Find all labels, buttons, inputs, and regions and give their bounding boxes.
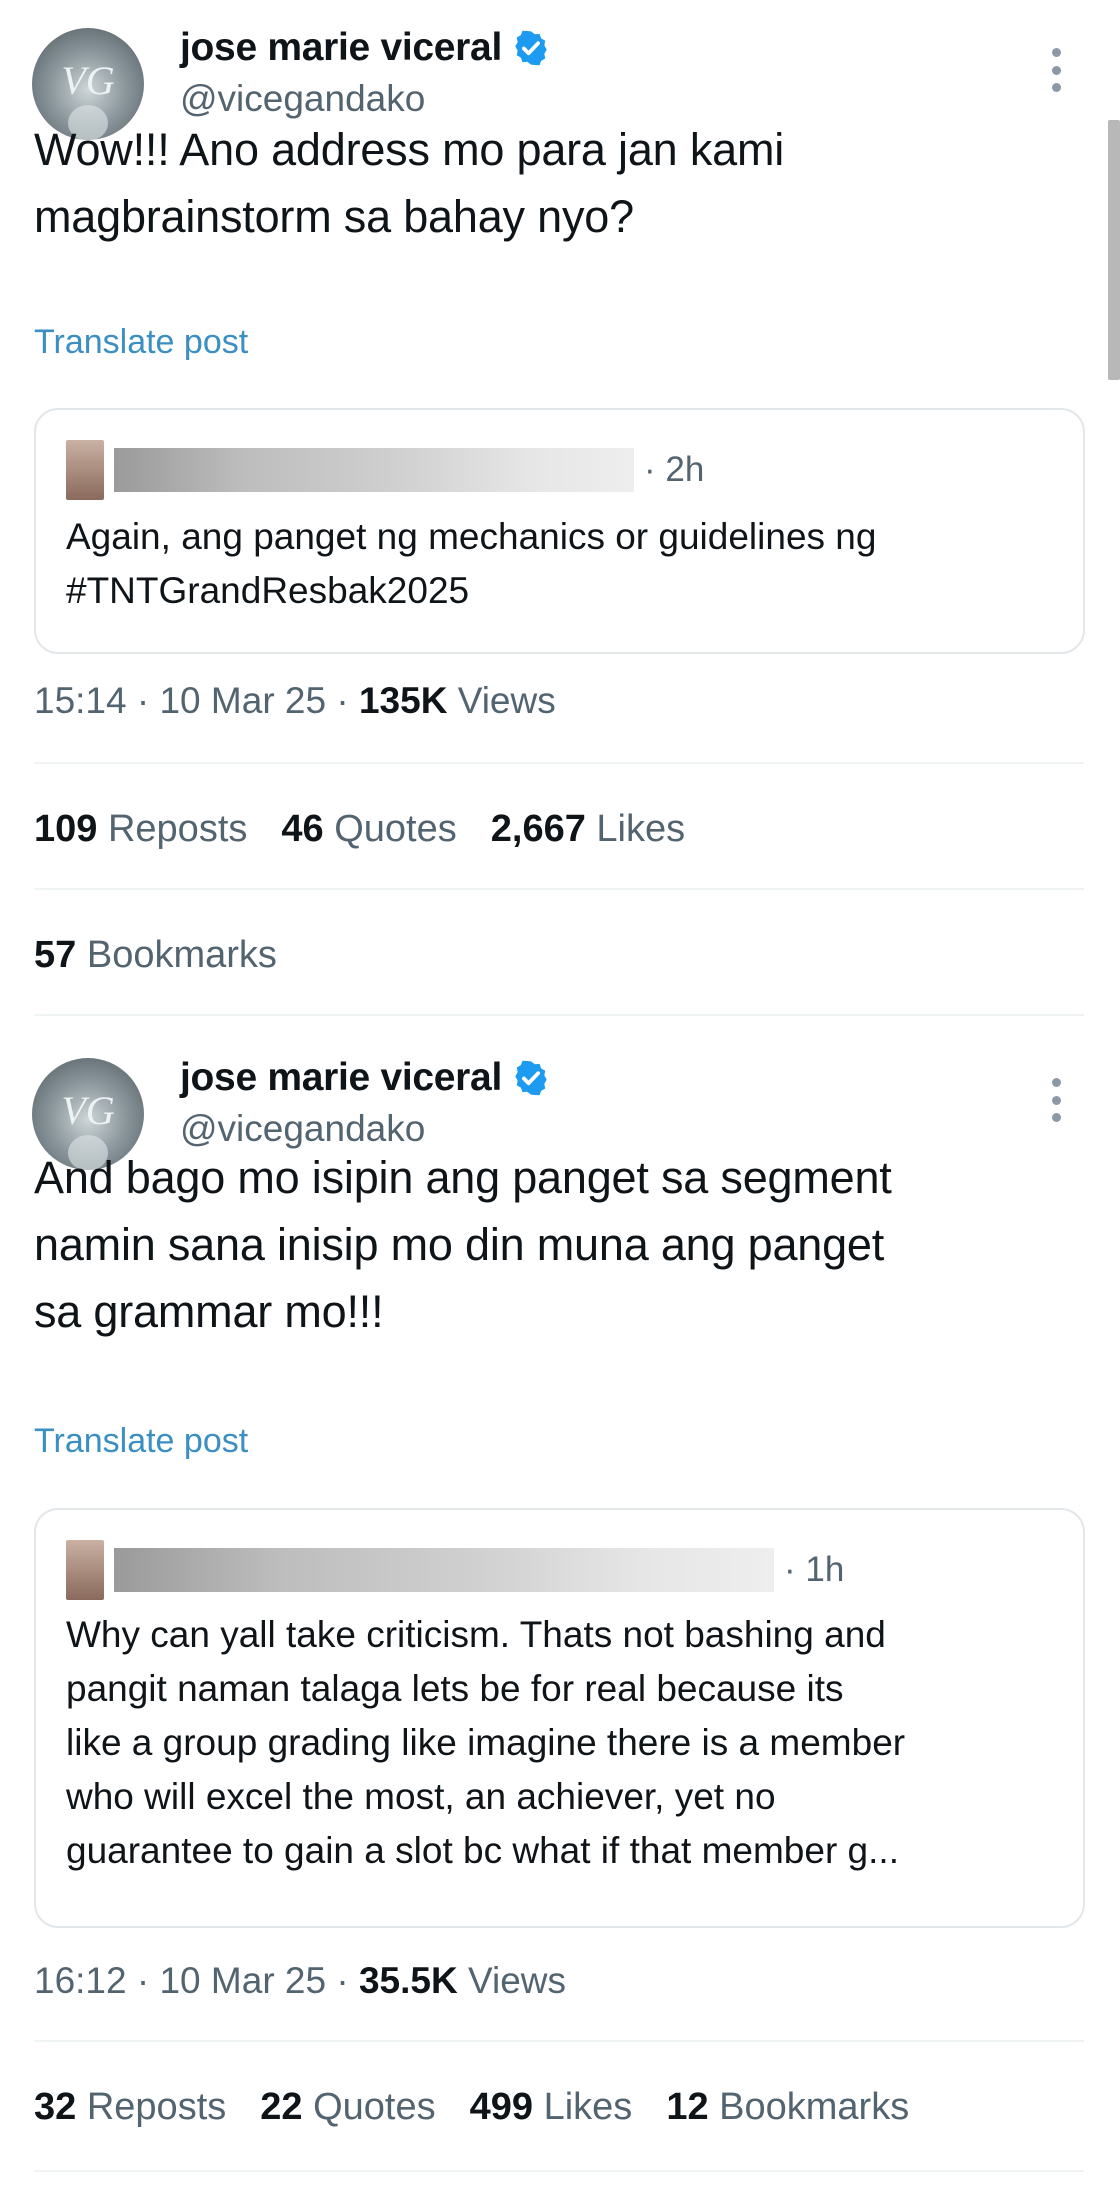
likes-label: Likes — [543, 2086, 633, 2128]
display-name[interactable]: jose marie viceral — [180, 1056, 502, 1100]
quoted-text: Why can yall take criticism. Thats not b… — [66, 1608, 905, 1878]
bookmarks-label: Bookmarks — [86, 934, 277, 976]
bookmarks-row: 57 Bookmarks — [34, 934, 277, 977]
verified-badge-icon — [515, 30, 547, 66]
quoted-text-line: #TNTGrandResbak2025 — [66, 570, 470, 611]
views-count: 135K — [358, 680, 448, 721]
quoted-tweet[interactable]: · 1h Why can yall take criticism. Thats … — [34, 1508, 1085, 1928]
quoted-time: · 1h — [784, 1550, 845, 1589]
quoted-avatar-blurred — [66, 440, 104, 500]
quotes-count: 46 — [281, 808, 324, 850]
likes-label: Likes — [596, 808, 686, 850]
reposts-stat[interactable]: 109 Reposts — [34, 808, 247, 851]
more-options-icon[interactable] — [1050, 48, 1062, 92]
bookmarks-count: 12 — [666, 2086, 709, 2128]
tweet-meta: 16:12 · 10 Mar 25 · 35.5K Views — [34, 1960, 567, 2001]
quoted-time: · 2h — [644, 450, 705, 489]
tweet-text-line: namin sana inisip mo din muna ang panget — [34, 1219, 885, 1270]
quoted-text: Again, ang panget ng mechanics or guidel… — [66, 510, 876, 618]
divider — [34, 888, 1084, 890]
quotes-stat[interactable]: 46 Quotes — [281, 808, 456, 851]
tweet-text-line: Wow!!! Ano address mo para jan kami — [34, 124, 785, 175]
quotes-stat[interactable]: 22 Quotes — [260, 2086, 435, 2129]
engagement-stats: 32 Reposts 22 Quotes 499 Likes 12 Bookma… — [34, 2086, 909, 2129]
handle[interactable]: @vicegandako — [180, 78, 425, 120]
tweet-text-line: sa grammar mo!!! — [34, 1286, 384, 1337]
quoted-text-line: like a group grading like imagine there … — [66, 1722, 906, 1763]
bookmarks-stat[interactable]: 57 Bookmarks — [34, 934, 277, 977]
reposts-label: Reposts — [107, 808, 248, 850]
quoted-author-row: · 2h — [66, 440, 704, 500]
quoted-text-line: pangit naman talaga lets be for real bec… — [66, 1668, 844, 1709]
bookmarks-stat[interactable]: 12 Bookmarks — [666, 2086, 909, 2129]
verified-badge-icon — [515, 1060, 547, 1096]
likes-stat[interactable]: 499 Likes — [470, 2086, 633, 2129]
quoted-text-line: Why can yall take criticism. Thats not b… — [66, 1614, 886, 1655]
likes-count: 2,667 — [490, 808, 586, 850]
bookmarks-label: Bookmarks — [719, 2086, 910, 2128]
divider — [34, 1014, 1084, 1016]
quoted-text-line: Again, ang panget ng mechanics or guidel… — [66, 516, 877, 557]
tweet-time[interactable]: 15:14 — [34, 680, 127, 721]
likes-stat[interactable]: 2,667 Likes — [491, 808, 685, 851]
more-options-icon[interactable] — [1050, 1078, 1062, 1122]
svg-text:VG: VG — [61, 1088, 114, 1133]
reposts-label: Reposts — [86, 2086, 227, 2128]
quoted-tweet[interactable]: · 2h Again, ang panget ng mechanics or g… — [34, 408, 1085, 654]
tweet-text: And bago mo isipin ang panget sa segment… — [34, 1144, 892, 1345]
views-count: 35.5K — [358, 1960, 458, 2001]
quoted-name-blurred — [114, 448, 634, 492]
bookmarks-count: 57 — [34, 934, 77, 976]
tweet-text-line: And bago mo isipin ang panget sa segment — [34, 1152, 892, 1203]
reposts-count: 32 — [34, 2086, 77, 2128]
likes-count: 499 — [469, 2086, 534, 2128]
views-label: Views — [467, 1960, 567, 2001]
quoted-author-row: · 1h — [66, 1540, 844, 1600]
views-label: Views — [457, 680, 556, 721]
svg-text:VG: VG — [61, 58, 114, 103]
quotes-count: 22 — [260, 2086, 303, 2128]
quoted-name-blurred — [114, 1548, 774, 1592]
tweet-date[interactable]: 10 Mar 25 — [159, 680, 326, 721]
tweet-time[interactable]: 16:12 — [34, 1960, 127, 2001]
translate-post-link[interactable]: Translate post — [34, 1422, 248, 1461]
divider — [34, 2170, 1084, 2172]
engagement-stats: 109 Reposts 46 Quotes 2,667 Likes — [34, 808, 685, 851]
quoted-text-line: guarantee to gain a slot bc what if that… — [66, 1830, 899, 1871]
tweet-date[interactable]: 10 Mar 25 — [159, 1960, 326, 2001]
tweet-text-line: magbrainstorm sa bahay nyo? — [34, 191, 634, 242]
scrollbar[interactable] — [1108, 0, 1120, 2197]
quoted-text-line: who will excel the most, an achiever, ye… — [66, 1776, 776, 1817]
translate-post-link[interactable]: Translate post — [34, 323, 248, 362]
quotes-label: Quotes — [313, 2086, 436, 2128]
display-name[interactable]: jose marie viceral — [180, 26, 502, 70]
scrollbar-thumb[interactable] — [1108, 120, 1120, 380]
author-row: jose marie viceral — [180, 1056, 550, 1100]
divider — [34, 762, 1084, 764]
quoted-avatar-blurred — [66, 1540, 104, 1600]
divider — [34, 2040, 1084, 2042]
reposts-count: 109 — [34, 808, 98, 850]
author-row: jose marie viceral — [180, 26, 550, 70]
reposts-stat[interactable]: 32 Reposts — [34, 2086, 226, 2129]
quotes-label: Quotes — [334, 808, 457, 850]
tweet-text: Wow!!! Ano address mo para jan kami magb… — [34, 116, 784, 250]
tweet-meta: 15:14 · 10 Mar 25 · 135K Views — [34, 680, 556, 721]
